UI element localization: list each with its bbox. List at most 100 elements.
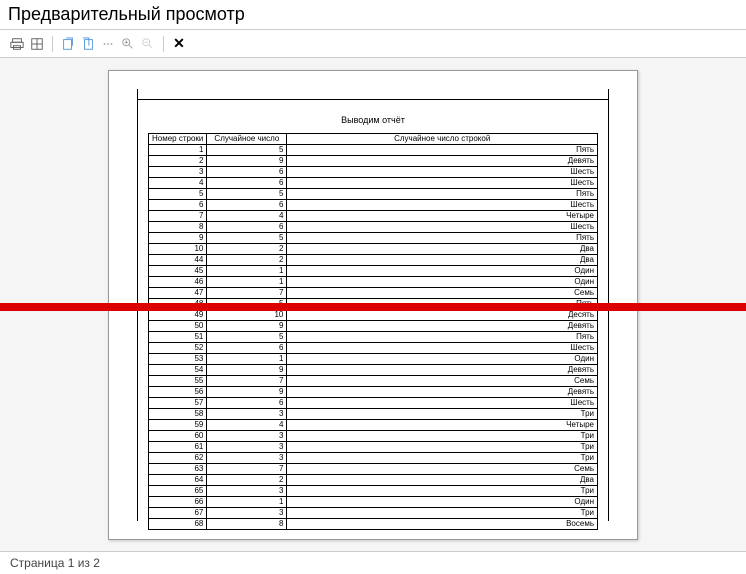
table-cell: 49 [149, 310, 207, 321]
table-cell: 1 [207, 497, 287, 508]
table-cell: 60 [149, 431, 207, 442]
table-cell: 1 [207, 354, 287, 365]
table-row: 74Четыре [149, 211, 598, 222]
table-cell: 5 [207, 332, 287, 343]
table-row: 526Шесть [149, 343, 598, 354]
separator [52, 36, 53, 52]
table-cell: Три [287, 453, 598, 464]
close-icon[interactable]: ✕ [170, 35, 188, 53]
table-cell: 2 [207, 244, 287, 255]
table-cell: 6 [207, 200, 287, 211]
table-cell: 1 [149, 145, 207, 156]
table-row: 576Шесть [149, 398, 598, 409]
table-cell: 51 [149, 332, 207, 343]
table-row: 637Семь [149, 464, 598, 475]
column-header: Случайное число [207, 134, 287, 145]
table-cell: 44 [149, 255, 207, 266]
print-icon[interactable] [8, 35, 26, 53]
table-cell: Два [287, 244, 598, 255]
table-cell: 59 [149, 420, 207, 431]
table-cell: Один [287, 277, 598, 288]
table-cell: 57 [149, 398, 207, 409]
table-cell: 9 [207, 387, 287, 398]
table-cell: 2 [149, 156, 207, 167]
table-cell: 52 [149, 343, 207, 354]
zoom-out-icon[interactable] [139, 35, 157, 53]
column-header: Случайное число строкой [287, 134, 598, 145]
table-row: 569Девять [149, 387, 598, 398]
table-cell: 4 [207, 420, 287, 431]
table-cell: 10 [207, 310, 287, 321]
table-cell: 7 [149, 211, 207, 222]
table-cell: 6 [207, 398, 287, 409]
table-cell: 63 [149, 464, 207, 475]
table-cell: 2 [207, 475, 287, 486]
table-cell: 5 [207, 145, 287, 156]
table-cell: Шесть [287, 167, 598, 178]
table-cell: 62 [149, 453, 207, 464]
table-row: 95Пять [149, 233, 598, 244]
table-cell: 5 [207, 233, 287, 244]
table-cell: 8 [207, 519, 287, 530]
table-cell: 6 [207, 343, 287, 354]
table-row: 29Девять [149, 156, 598, 167]
zoom-in-icon[interactable] [119, 35, 137, 53]
table-cell: 68 [149, 519, 207, 530]
table-cell: Шесть [287, 178, 598, 189]
table-cell: Один [287, 354, 598, 365]
table-cell: 5 [207, 189, 287, 200]
table-cell: 7 [207, 376, 287, 387]
table-cell: 6 [149, 200, 207, 211]
table-cell: 53 [149, 354, 207, 365]
table-cell: 65 [149, 486, 207, 497]
table-cell: Восемь [287, 519, 598, 530]
table-row: 557Семь [149, 376, 598, 387]
table-cell: Пять [287, 145, 598, 156]
table-cell: Пять [287, 332, 598, 343]
table-cell: Четыре [287, 420, 598, 431]
report-table: Номер строкиСлучайное числоСлучайное чис… [148, 133, 598, 530]
margin-line [138, 99, 608, 100]
table-cell: 3 [207, 508, 287, 519]
table-cell: 3 [207, 486, 287, 497]
table-row: 688Восемь [149, 519, 598, 530]
table-cell: Шесть [287, 343, 598, 354]
table-row: 623Три [149, 453, 598, 464]
table-cell: 54 [149, 365, 207, 376]
table-row: 442Два [149, 255, 598, 266]
table-cell: Пять [287, 233, 598, 244]
table-row: 46Шесть [149, 178, 598, 189]
table-cell: Три [287, 431, 598, 442]
table-cell: Семь [287, 288, 598, 299]
more-icon[interactable] [99, 35, 117, 53]
table-cell: Шесть [287, 222, 598, 233]
table-row: 594Четыре [149, 420, 598, 431]
table-cell: 66 [149, 497, 207, 508]
table-cell: 58 [149, 409, 207, 420]
table-cell: Четыре [287, 211, 598, 222]
table-cell: Три [287, 409, 598, 420]
table-cell: 9 [149, 233, 207, 244]
page-prev-icon[interactable] [79, 35, 97, 53]
table-row: 673Три [149, 508, 598, 519]
table-cell: 2 [207, 255, 287, 266]
table-row: 549Девять [149, 365, 598, 376]
table-row: 509Девять [149, 321, 598, 332]
table-cell: 6 [207, 167, 287, 178]
table-row: 531Один [149, 354, 598, 365]
table-cell: 3 [207, 409, 287, 420]
table-cell: 47 [149, 288, 207, 299]
table-cell: 3 [149, 167, 207, 178]
table-cell: Три [287, 486, 598, 497]
grid-icon[interactable] [28, 35, 46, 53]
table-cell: 7 [207, 288, 287, 299]
table-cell: 1 [207, 266, 287, 277]
table-cell: 9 [207, 156, 287, 167]
page-next-icon[interactable] [59, 35, 77, 53]
table-cell: 50 [149, 321, 207, 332]
page-break-indicator [0, 303, 746, 311]
table-row: 461Один [149, 277, 598, 288]
table-cell: Десять [287, 310, 598, 321]
table-cell: Семь [287, 376, 598, 387]
page-indicator: Страница 1 из 2 [10, 556, 100, 570]
